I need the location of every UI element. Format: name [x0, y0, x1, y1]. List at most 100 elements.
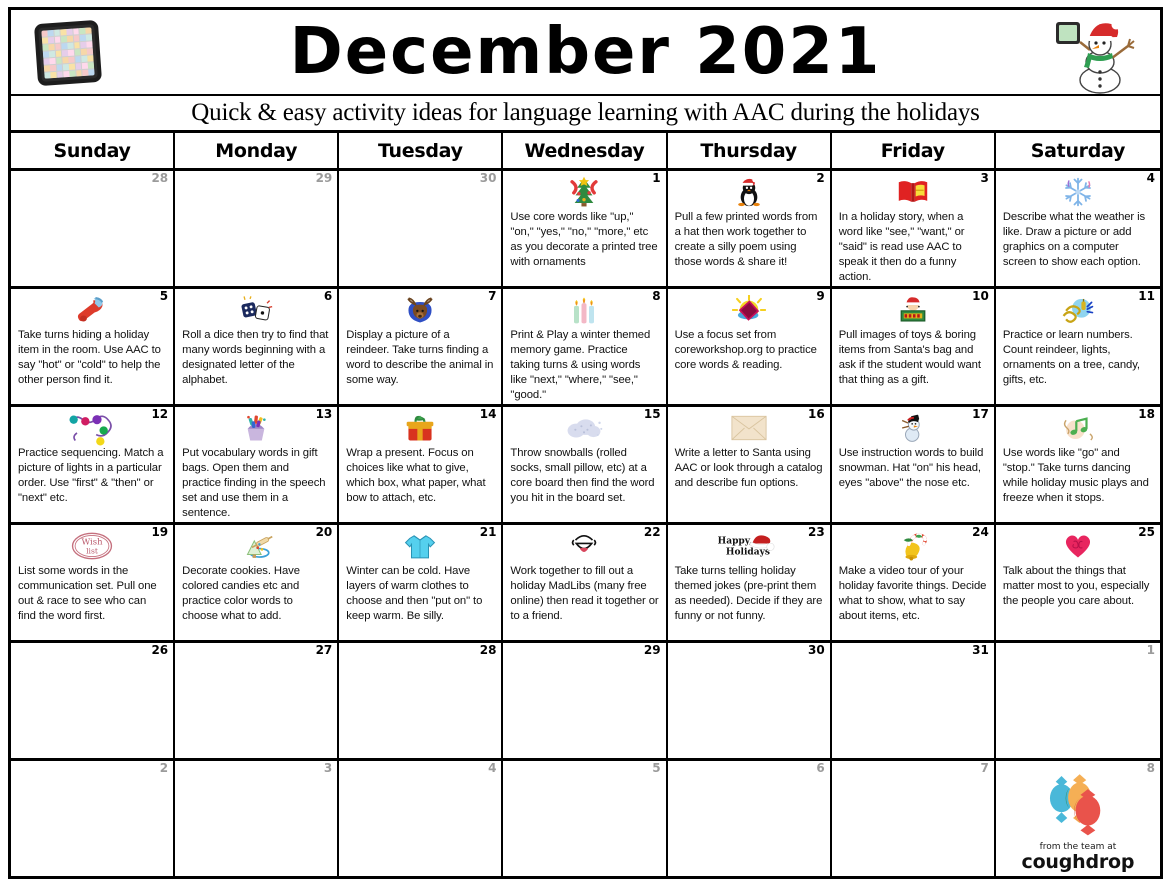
day-activity-text: Decorate cookies. Have colored candies e…	[182, 565, 300, 623]
calendar-day-cell[interactable]: 9 Use a focus set from coreworkshop.org t…	[668, 289, 832, 404]
calendar-day-cell[interactable]: 16 Write a letter to Santa using AAC or l…	[668, 407, 832, 522]
calendar-day-cell[interactable]: 30	[339, 171, 504, 286]
day-number: 13	[315, 407, 333, 421]
day-number: 25	[1138, 525, 1155, 539]
calendar-day-cell[interactable]: 6 Roll a dice then try to find that many …	[175, 289, 340, 404]
calendar-day-cell[interactable]: 30	[668, 643, 832, 758]
calendar-day-cell[interactable]: 2	[11, 761, 176, 876]
calendar-day-cell[interactable]: 20 Decorate cookies. Have colored candies…	[175, 525, 340, 640]
day-number: 14	[479, 407, 497, 421]
calendar-day-cell[interactable]: 27	[175, 643, 340, 758]
calendar-masthead: December 2021	[11, 10, 1160, 96]
calendar-day-cell[interactable]: 1	[996, 643, 1160, 758]
calendar-day-cell[interactable]: 4	[339, 761, 504, 876]
santa-sign-icon	[839, 293, 987, 327]
day-number: 3	[980, 171, 989, 185]
calendar-day-cell[interactable]: 29	[175, 171, 340, 286]
calendar-day-cell[interactable]: 6	[668, 761, 832, 876]
calendar-day-cell[interactable]: 12 Practice sequencing. Match a picture o…	[11, 407, 176, 522]
calendar-day-cell[interactable]: 8 Print & Play a winter themed memory gam…	[503, 289, 668, 404]
music-notes-icon	[1003, 411, 1153, 445]
calendar-day-cell[interactable]: 5	[503, 761, 668, 876]
day-number: 28	[479, 643, 497, 657]
weekday-saturday: Saturday	[1030, 139, 1126, 162]
calendar-day-cell[interactable]: 2 Pull a few printed words from a hat the…	[668, 171, 832, 286]
day-activity-text: Take turns telling holiday themed jokes …	[674, 565, 823, 623]
day-activity-text: Display a picture of a reindeer. Take tu…	[346, 329, 494, 387]
holiday-lights-icon	[18, 411, 166, 446]
calendar-day-cell[interactable]: 19 Wish list List some words in the communi…	[11, 525, 176, 640]
day-activity-text: Practice sequencing. Match a picture of …	[18, 447, 164, 505]
day-number: 6	[323, 289, 333, 303]
calendar-day-cell[interactable]: 28	[339, 643, 504, 758]
day-number: 27	[315, 643, 333, 657]
dice-icon	[182, 293, 330, 327]
svg-text:Happy,: Happy,	[717, 536, 752, 547]
calendar-day-cell[interactable]: 7 Display a picture of a reindeer. Take t…	[339, 289, 504, 404]
day-activity-text: In a holiday story, when a word like "se…	[838, 211, 965, 284]
svg-text:list: list	[86, 547, 98, 556]
day-number: 26	[151, 643, 169, 657]
calendar-day-cell[interactable]: 11 Practice or learn numbers. Count reind…	[996, 289, 1160, 404]
snow-cloud-icon	[510, 411, 658, 445]
calendar-day-cell[interactable]: 5 Take turns hiding a holiday item in the…	[11, 289, 176, 404]
calendar-day-cell[interactable]: 8 from the team at coughdrop	[996, 761, 1160, 876]
weekday-sunday: Sunday	[11, 133, 176, 168]
weekday-tuesday: Tuesday	[339, 133, 504, 168]
calendar-day-cell[interactable]: 28	[11, 171, 176, 286]
calendar-day-cell[interactable]: 21 Winter can be cold. Have layers of war…	[339, 525, 504, 640]
day-number: 6	[816, 761, 825, 775]
calendar-day-cell[interactable]: 23 Happy, Holidays Take turns telling holid…	[668, 525, 832, 640]
calendar-day-cell[interactable]: 13 Put vocabulary words in gift bags. Ope…	[175, 407, 340, 522]
day-number: 30	[479, 171, 497, 185]
coughdrop-candies-logo	[1030, 771, 1126, 842]
day-number: 24	[972, 525, 989, 539]
day-activity-text: Describe what the weather is like. Draw …	[1002, 211, 1146, 269]
calendar-day-cell[interactable]: 18 Use words like "go" and "stop." Take t…	[996, 407, 1160, 522]
weekday-thursday: Thursday	[668, 133, 832, 168]
day-activity-text: Talk about the things that matter most t…	[1002, 565, 1150, 608]
day-number: 7	[980, 761, 989, 775]
calendar-frame: December 2021 Quick & easy activity idea…	[8, 7, 1163, 879]
calendar-day-cell[interactable]: 1 Use core words like "up," "on," "yes," …	[503, 171, 668, 286]
reindeer-icon	[346, 293, 494, 327]
calendar-day-cell[interactable]: 25 Talk about the things that matter most…	[996, 525, 1160, 640]
day-activity-text: List some words in the communication set…	[18, 565, 157, 623]
calendar-day-cell[interactable]: 4 Describe what the weather is like. Draw…	[996, 171, 1160, 286]
day-number: 18	[1138, 407, 1155, 421]
day-activity-text: Use words like "go" and "stop." Take tur…	[1002, 447, 1149, 505]
calendar-day-cell[interactable]: 14 Wrap a present. Focus on choices like …	[339, 407, 504, 522]
calendar-day-cell[interactable]: 26	[11, 643, 176, 758]
day-activity-text: Throw snowballs (rolled socks, small pil…	[510, 447, 655, 505]
envelope-icon	[675, 411, 823, 445]
day-activity-text: Make a video tour of your holiday favori…	[838, 565, 987, 623]
happy-holidays-icon: Happy, Holidays	[675, 529, 823, 563]
calendar-day-cell[interactable]: 10 Pull images of toys & boring items fro…	[832, 289, 996, 404]
penguin-santa-hat-icon	[675, 175, 823, 209]
day-number: 8	[1146, 761, 1155, 775]
calendar-day-cell[interactable]: 7	[832, 761, 996, 876]
wish-list-stamp-icon: Wish list	[18, 529, 166, 563]
calendar-day-cell[interactable]: 24 Make a video tour of your holiday favo…	[832, 525, 996, 640]
calendar-day-cell[interactable]: 15 Throw snowballs (rolled socks, small p…	[503, 407, 668, 522]
calendar-day-cell[interactable]: 22 Work together to fill out a holiday Ma…	[503, 525, 668, 640]
calendar-day-cell[interactable]: 31	[832, 643, 996, 758]
snowflake-icon	[1003, 175, 1153, 209]
day-activity-text: Pull images of toys & boring items from …	[838, 329, 981, 387]
calendar-week-row: 26 27 28 29 30 31 1	[11, 643, 1160, 761]
weekday-monday: Monday	[175, 133, 340, 168]
calendar-day-cell[interactable]: 17 Use instruction words to build snowman…	[832, 407, 996, 522]
calendar-day-cell[interactable]: 29	[503, 643, 668, 758]
page-title: December 2021	[289, 15, 882, 89]
day-number: 17	[972, 407, 989, 421]
svg-text:Wish: Wish	[82, 536, 104, 546]
calendar-week-row: 28 29 30 1 Use core words like "up," "on," "…	[11, 171, 1160, 289]
day-number: 2	[159, 761, 169, 775]
calendar-day-cell[interactable]: 3 In a holiday story, when a word like "s…	[832, 171, 996, 286]
day-activity-text: Take turns hiding a holiday item in the …	[18, 329, 161, 387]
wrapped-present-icon	[346, 411, 494, 445]
calendar-day-cell[interactable]: 3	[175, 761, 340, 876]
coughdrop-footer-logo: from the team at coughdrop	[996, 771, 1160, 872]
shirt-icon	[346, 529, 494, 563]
weekday-header-row: Sunday Monday Tuesday Wednesday Thursday…	[11, 133, 1160, 171]
